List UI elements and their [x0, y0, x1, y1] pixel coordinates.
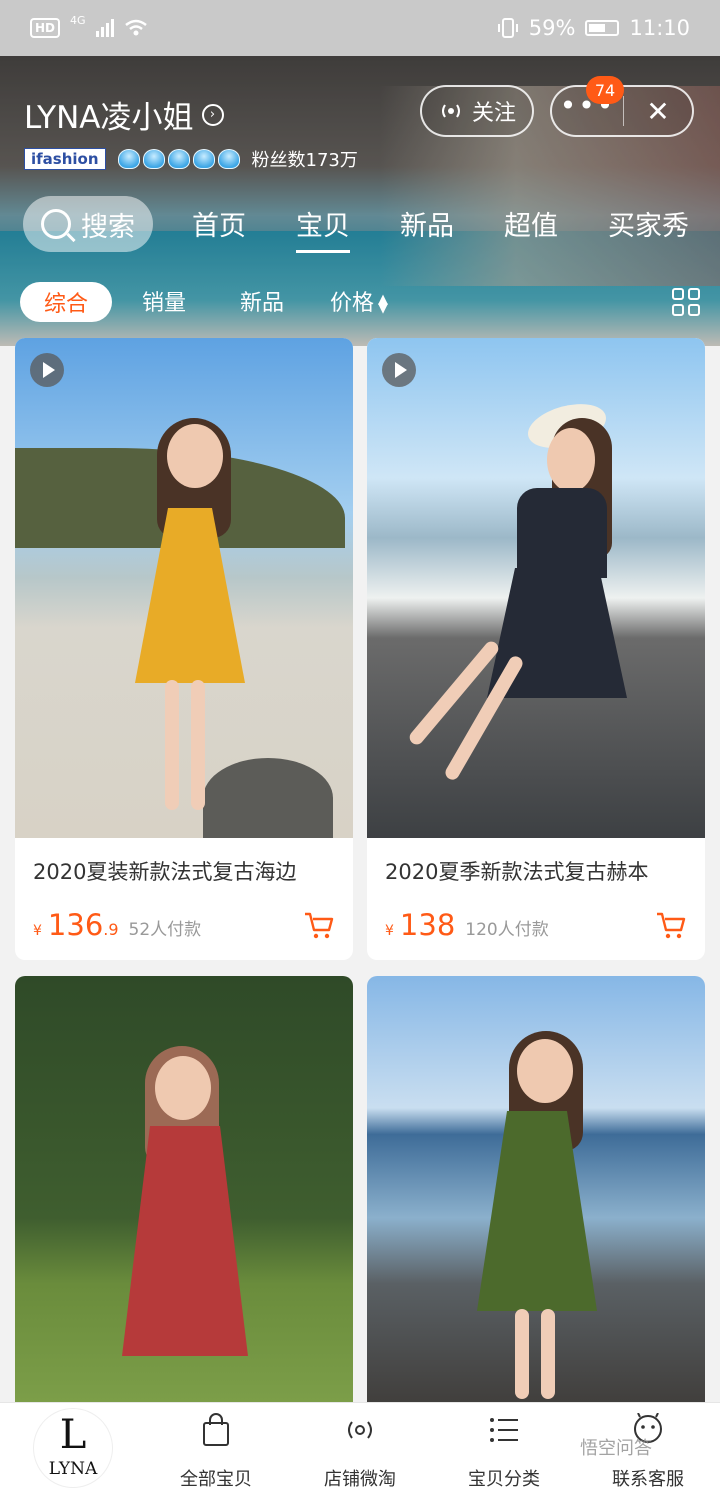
logo-letter: L [59, 1412, 87, 1458]
tab-label: 宝贝分类 [468, 1469, 540, 1490]
cart-icon[interactable] [303, 910, 335, 940]
tab-all-products[interactable]: 全部宝贝 [156, 1413, 276, 1491]
tab-products[interactable]: 宝贝 [296, 204, 350, 253]
signal-icon [95, 19, 114, 37]
currency-symbol: ¥ [385, 923, 394, 939]
shop-logo[interactable]: L LYNA [34, 1409, 112, 1487]
product-card[interactable]: 2020夏季新款法式复古赫本 ¥ 138 120人付款 [367, 338, 705, 960]
battery-icon [585, 20, 620, 36]
sort-new[interactable]: 新品 [240, 285, 284, 317]
follow-button[interactable]: 关注 [420, 85, 534, 137]
tab-new[interactable]: 新品 [400, 204, 454, 243]
product-image [15, 338, 353, 838]
tab-label: 全部宝贝 [180, 1469, 252, 1490]
product-image [367, 338, 705, 838]
ifashion-badge: ifashion [24, 148, 106, 170]
logo-text: LYNA [48, 1459, 98, 1479]
sort-price[interactable]: 价格 ▲ ▼ [330, 285, 388, 317]
close-icon[interactable]: ✕ [624, 95, 692, 128]
price-row: ¥ 136 .9 52人付款 [33, 908, 201, 942]
product-title: 2020夏装新款法式复古海边 [33, 860, 297, 884]
shop-name[interactable]: LYNA凌小姐 › [24, 92, 224, 137]
product-card[interactable] [367, 976, 705, 1416]
notification-badge: 74 [586, 76, 624, 104]
follow-label: 关注 [471, 101, 516, 126]
grid-view-icon[interactable] [672, 288, 700, 316]
shop-name-text: LYNA凌小姐 [24, 100, 194, 136]
network-type: 4G [70, 13, 86, 27]
chevron-right-icon: › [201, 103, 224, 126]
product-card[interactable] [15, 976, 353, 1416]
shop-badges: ifashion 粉丝数173万 [24, 146, 358, 172]
tab-label: 联系客服 [612, 1469, 684, 1490]
battery-percent: 59% [528, 16, 576, 40]
tab-deals[interactable]: 超值 [504, 204, 558, 243]
wifi-icon [124, 19, 147, 36]
product-image [367, 976, 705, 1416]
cart-icon[interactable] [655, 910, 687, 940]
tab-categories[interactable]: 宝贝分类 [444, 1413, 564, 1491]
sort-arrows-icon: ▲ ▼ [378, 292, 389, 316]
sort-bar: 综合 销量 新品 价格 ▲ ▼ [0, 280, 720, 324]
crown-rating-icon [117, 149, 240, 169]
play-video-icon[interactable] [30, 353, 64, 387]
product-price: 138 [399, 908, 456, 942]
product-title: 2020夏季新款法式复古赫本 [385, 860, 649, 884]
search-button[interactable]: 搜索 [23, 196, 153, 252]
product-image [15, 976, 353, 1416]
sort-sales[interactable]: 销量 [142, 285, 186, 317]
hd-badge: HD [30, 18, 61, 38]
currency-symbol: ¥ [33, 923, 42, 939]
tab-buyer-show[interactable]: 买家秀 [608, 204, 689, 243]
vibrate-icon [497, 18, 518, 38]
tab-home[interactable]: 首页 [192, 204, 246, 243]
sort-comprehensive[interactable]: 综合 [20, 282, 112, 322]
tab-label: 店铺微淘 [324, 1469, 396, 1490]
list-icon [490, 1418, 518, 1442]
fans-count: 粉丝数173万 [251, 150, 358, 171]
shop-nav: 搜索 首页 宝贝 新品 超值 买家秀 [0, 196, 720, 254]
sold-count: 52人付款 [128, 920, 202, 940]
tab-shop-feed[interactable]: 店铺微淘 [300, 1413, 420, 1491]
broadcast-icon [441, 104, 460, 118]
product-card[interactable]: 2020夏装新款法式复古海边 ¥ 136 .9 52人付款 [15, 338, 353, 960]
sold-count: 120人付款 [465, 920, 549, 940]
clock: 11:10 [629, 16, 690, 40]
search-icon [41, 209, 71, 239]
search-label: 搜索 [81, 211, 135, 243]
product-price: 136 [47, 908, 104, 942]
play-video-icon[interactable] [382, 353, 416, 387]
shopping-bag-icon [203, 1413, 229, 1446]
broadcast-icon [348, 1421, 372, 1439]
status-bar: HD 4G 59% 11:10 [0, 0, 720, 56]
sort-price-label: 价格 [330, 291, 375, 316]
watermark: 悟空问答 [580, 1438, 652, 1459]
product-price-decimal: .9 [103, 920, 119, 939]
price-row: ¥ 138 120人付款 [385, 908, 549, 942]
